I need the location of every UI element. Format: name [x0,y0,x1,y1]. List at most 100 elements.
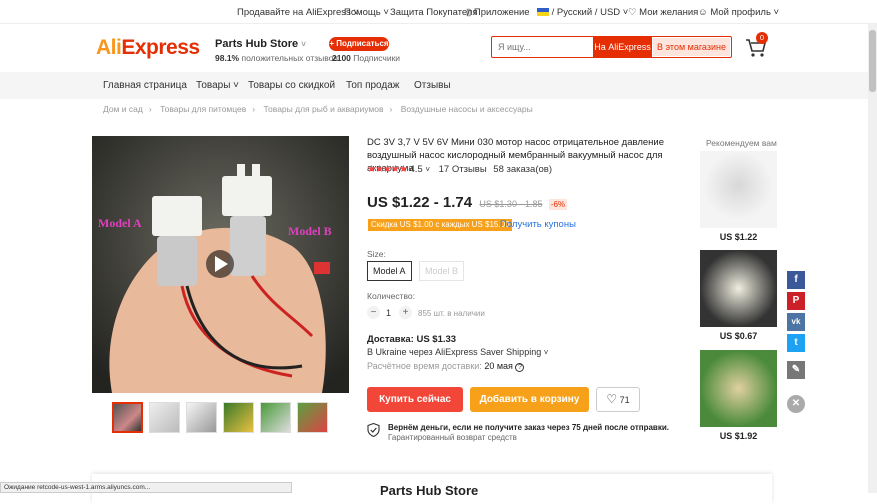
rating-value: 4.5 [409,164,423,175]
chevron-down-icon: ˅ [425,165,430,174]
close-icon[interactable]: ✕ [787,395,805,413]
quantity-increase-button[interactable]: + [399,306,412,319]
quantity-decrease-button[interactable]: − [367,306,380,319]
thumbnail[interactable] [149,402,180,433]
breadcrumb-separator: › [252,104,256,114]
breadcrumb-separator: › [389,104,393,114]
heart-icon: ♡ [606,392,618,406]
aliexpress-logo[interactable]: AliExpress [96,36,200,60]
search-bar: На AliExpress В этом магазине [491,36,732,58]
guarantee-subtitle: Гарантированный возврат средств [388,433,517,442]
app-label: Приложение [473,7,530,18]
sell-link[interactable]: Продавайте на AliExpress ˅ [237,7,359,18]
subs-number: 2100 [332,53,351,63]
search-store-button[interactable]: В этом магазине [653,38,730,56]
app-link[interactable]: ▯ Приложение [466,7,530,18]
nav-top-sales[interactable]: Топ продаж [346,80,400,91]
rating-row: ★★★★★ 4.5 ˅ 17 Отзывы 58 заказа(ов) [367,164,552,175]
question-icon[interactable]: ? [515,363,525,372]
store-nav: Главная страница Товары ˅ Товары со скид… [0,72,877,99]
phone-icon: ▯ [466,7,472,18]
language-selector[interactable]: / Русский / USD ˅ [537,7,628,18]
size-option-model-b[interactable]: Model B [419,261,465,281]
nav-reviews[interactable]: Отзывы [414,80,451,91]
old-price: US $1.30 - 1.85 [479,199,543,209]
thumbnail[interactable] [112,402,143,433]
wishlist-button[interactable]: ♡ 71 [596,387,640,412]
search-input[interactable] [498,40,588,54]
pinterest-share-icon[interactable]: P [787,292,805,310]
delivery-eta: Расчётное время доставки: 20 мая ? [367,361,525,372]
sell-label: Продавайте на AliExpress [237,7,351,18]
nav-products-label: Товары [196,80,231,91]
positive-label: положительных отзывов [241,53,338,63]
chevron-down-icon: ˅ [543,348,549,357]
recommended-price: US $1.22 [719,232,758,242]
buyer-protection-link[interactable]: Защита Покупателя [390,7,478,18]
profile-link[interactable]: ☺ Мой профиль ˅ [698,7,779,18]
image-label-b: Model B [288,224,332,238]
wishlist-label: Мои желания [639,7,699,18]
facebook-share-icon[interactable]: f [787,271,805,289]
shipping-method-label: В Ukraine через AliExpress Saver Shippin… [367,347,542,357]
thumbnail[interactable] [260,402,291,433]
top-bar: Продавайте на AliExpress ˅ Помощь ˅ Защи… [0,0,877,24]
coupon-badge: Скидка US $1.00 с каждых US $15.00 [368,219,513,231]
get-coupons-link[interactable]: Получить купоны [500,219,576,230]
recommended-price: US $1.92 [719,431,758,441]
recommended-item[interactable] [700,151,777,228]
breadcrumb-item[interactable]: Дом и сад [103,104,143,114]
recommended-price: US $0.67 [719,331,758,341]
product-photo [92,136,349,393]
user-icon: ☺ [698,7,708,18]
reviews-link[interactable]: 17 Отзывы [439,164,487,175]
scrollbar[interactable] [868,24,877,493]
store-name[interactable]: Parts Hub Store ˅ [215,38,306,50]
logo-part-express: Express [121,36,200,59]
recommended-title: Рекомендуем вам [706,138,777,148]
wishlist-link[interactable]: ♡ Мои желания [628,7,698,18]
nav-home[interactable]: Главная страница [103,80,187,91]
browser-status-bar: Ожидание retcode-us-west-1.arms.aliyuncs… [0,482,292,493]
breadcrumb-separator: › [148,104,152,114]
nav-products[interactable]: Товары ˅ [196,80,239,91]
price: US $1.22 - 1.74 [367,194,473,211]
star-rating-icon: ★★★★★ [367,164,408,175]
wishlist-count: 71 [619,395,630,405]
buy-now-button[interactable]: Купить сейчас [367,387,463,412]
shipping-method[interactable]: В Ukraine через AliExpress Saver Shippin… [367,347,548,357]
quantity-value[interactable]: 1 [386,308,391,318]
help-link[interactable]: Помощь ˅ [344,7,389,18]
scrollbar-thumb[interactable] [869,30,876,92]
store-name-label: Parts Hub Store [215,38,299,50]
product-main-image[interactable]: Model A Model B [92,136,349,393]
breadcrumb-item[interactable]: Воздушные насосы и аксессуары [401,104,533,114]
positive-pct: 98.1% [215,53,240,63]
thumbnail[interactable] [186,402,217,433]
recommended-item[interactable] [700,350,777,427]
ukraine-flag-icon [537,8,549,17]
vk-share-icon[interactable]: vk [787,313,805,331]
add-to-cart-button[interactable]: Добавить в корзину [470,387,589,412]
delivery-price: Доставка: US $1.33 [367,334,457,345]
guarantee-title: Вернём деньги, если не получите заказ че… [388,423,669,432]
breadcrumb-item[interactable]: Товары для питомцев [160,104,246,114]
image-label-a: Model A [98,216,142,230]
thumbnail[interactable] [223,402,254,433]
breadcrumb: Дом и сад › Товары для питомцев › Товары д… [103,104,539,114]
search-aliexpress-button[interactable]: На AliExpress [593,36,652,58]
size-option-model-a[interactable]: Model A [367,261,412,281]
language-label: / Русский / [551,7,598,18]
subscribe-button[interactable]: + Подписаться [329,37,389,51]
discount-badge: -6% [548,199,568,210]
logo-part-ali: Ali [96,36,122,59]
recommended-item[interactable] [700,250,777,327]
chevron-down-icon: ˅ [301,40,306,49]
thumbnail[interactable] [297,402,328,433]
breadcrumb-item[interactable]: Товары для рыб и аквариумов [264,104,384,114]
twitter-share-icon[interactable]: t [787,334,805,352]
nav-discounts[interactable]: Товары со скидкой [248,80,335,91]
edit-pencil-icon[interactable]: ✎ [787,361,805,379]
subs-label: Подписчики [353,53,401,63]
profile-label: Мой профиль [710,7,771,18]
